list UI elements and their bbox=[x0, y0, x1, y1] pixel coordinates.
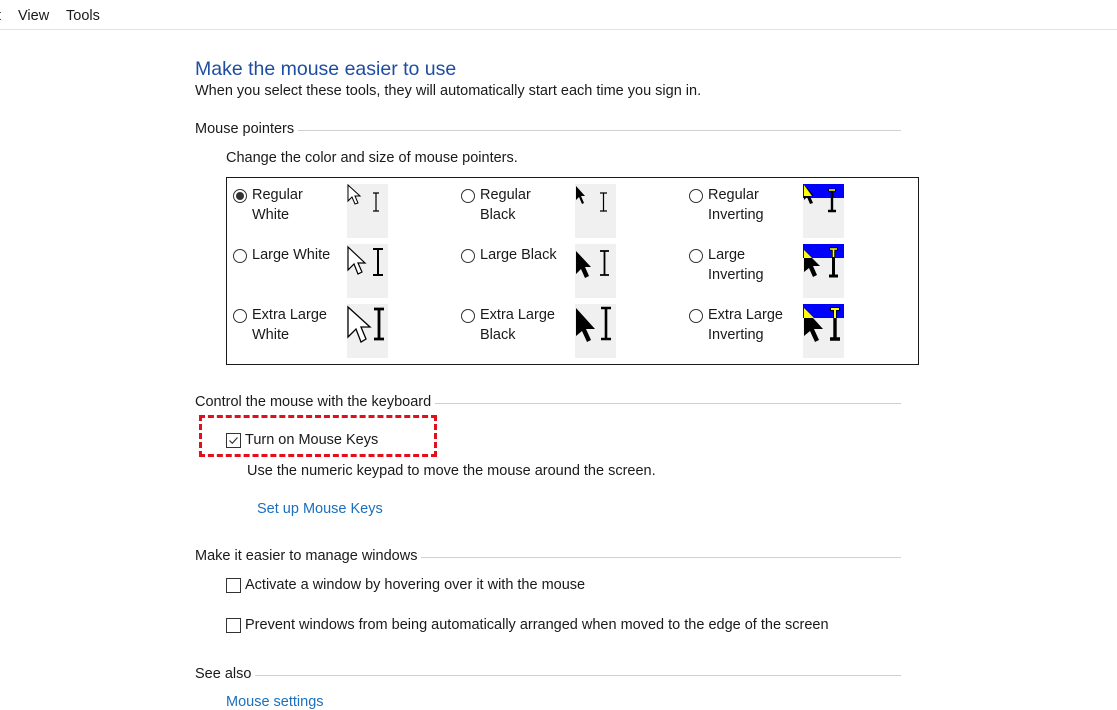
pointer-preview-extra-large-inverting bbox=[803, 304, 844, 358]
menu-tools[interactable]: Tools bbox=[66, 8, 100, 24]
radio-large-inverting[interactable]: Large Inverting bbox=[689, 245, 778, 285]
group-label: Mouse pointers bbox=[195, 121, 295, 137]
arrow-pointer-icon bbox=[347, 183, 362, 205]
radio-regular-white[interactable]: Regular White bbox=[233, 185, 340, 225]
radio-button[interactable] bbox=[233, 249, 247, 263]
activate-on-hover-checkbox[interactable] bbox=[226, 577, 241, 593]
radio-label: Extra Large Inverting bbox=[708, 307, 783, 343]
pointer-preview-extra-large-black bbox=[575, 304, 616, 358]
activate-on-hover-option[interactable]: Activate a window by hovering over it wi… bbox=[226, 577, 585, 593]
radio-label: Regular Black bbox=[480, 187, 531, 223]
mouse-keys-checkbox[interactable] bbox=[226, 432, 241, 448]
menu-edit[interactable]: t bbox=[0, 8, 1, 24]
text-cursor-icon bbox=[600, 192, 607, 212]
pointer-preview-regular-black bbox=[575, 184, 616, 238]
group-label: Control the mouse with the keyboard bbox=[195, 394, 432, 410]
radio-label: Regular Inverting bbox=[708, 187, 764, 223]
arrow-pointer-icon bbox=[576, 186, 585, 204]
radio-button[interactable] bbox=[689, 249, 703, 263]
text-cursor-icon bbox=[373, 248, 383, 276]
radio-button[interactable] bbox=[233, 189, 247, 203]
group-label: See also bbox=[195, 666, 252, 682]
group-divider bbox=[298, 129, 901, 131]
mouse-keys-description: Use the numeric keypad to move the mouse… bbox=[247, 463, 656, 479]
arrow-pointer-icon bbox=[576, 308, 595, 342]
menu-bar: t View Tools bbox=[0, 0, 1117, 30]
radio-button[interactable] bbox=[233, 309, 247, 323]
text-cursor-icon bbox=[373, 192, 379, 212]
page-title: Make the mouse easier to use bbox=[195, 58, 457, 80]
group-label: Make it easier to manage windows bbox=[195, 548, 418, 564]
radio-large-black[interactable]: Large Black bbox=[461, 245, 572, 265]
radio-label: Extra Large White bbox=[252, 307, 327, 343]
radio-label: Large White bbox=[252, 247, 331, 263]
radio-label: Large Inverting bbox=[708, 247, 764, 283]
see-also-group: See also bbox=[195, 666, 901, 682]
page-subtitle: When you select these tools, they will a… bbox=[195, 83, 702, 99]
mouse-keys-option[interactable]: Turn on Mouse Keys bbox=[226, 432, 378, 448]
radio-extra-large-black[interactable]: Extra Large Black bbox=[461, 305, 568, 345]
pointer-preview-extra-large-white bbox=[347, 304, 388, 358]
pointer-preview-regular-inverting bbox=[803, 184, 844, 238]
radio-button[interactable] bbox=[461, 249, 475, 263]
radio-label: Extra Large Black bbox=[480, 307, 555, 343]
radio-extra-large-white[interactable]: Extra Large White bbox=[233, 305, 340, 345]
radio-large-white[interactable]: Large White bbox=[233, 245, 344, 265]
radio-label: Large Black bbox=[480, 247, 557, 263]
pointer-description: Change the color and size of mouse point… bbox=[226, 150, 518, 166]
prevent-snap-option[interactable]: Prevent windows from being automatically… bbox=[226, 617, 829, 633]
arrow-pointer-icon bbox=[347, 305, 372, 343]
radio-button[interactable] bbox=[689, 309, 703, 323]
manage-windows-group: Make it easier to manage windows bbox=[195, 548, 901, 564]
radio-button[interactable] bbox=[689, 189, 703, 203]
text-cursor-icon bbox=[374, 307, 384, 341]
group-divider bbox=[421, 556, 901, 558]
radio-regular-black[interactable]: Regular Black bbox=[461, 185, 568, 225]
radio-label: Regular White bbox=[252, 187, 303, 223]
radio-button[interactable] bbox=[461, 309, 475, 323]
pointer-preview-large-black bbox=[575, 244, 616, 298]
radio-extra-large-inverting[interactable]: Extra Large Inverting bbox=[689, 305, 796, 345]
pointer-preview-large-white bbox=[347, 244, 388, 298]
keyboard-control-group: Control the mouse with the keyboard bbox=[195, 394, 901, 410]
pointer-preview-large-inverting bbox=[803, 244, 844, 298]
activate-on-hover-label: Activate a window by hovering over it wi… bbox=[245, 577, 586, 593]
mouse-settings-link[interactable]: Mouse settings bbox=[226, 694, 324, 710]
set-up-mouse-keys-link[interactable]: Set up Mouse Keys bbox=[257, 501, 383, 517]
arrow-pointer-icon bbox=[576, 251, 591, 278]
radio-regular-inverting[interactable]: Regular Inverting bbox=[689, 185, 796, 225]
mouse-keys-label: Turn on Mouse Keys bbox=[245, 432, 379, 448]
group-divider bbox=[435, 402, 901, 404]
text-cursor-icon bbox=[601, 306, 611, 341]
menu-view[interactable]: View bbox=[18, 8, 49, 24]
mouse-pointers-group: Mouse pointers bbox=[195, 121, 901, 137]
text-cursor-icon bbox=[600, 250, 609, 276]
arrow-pointer-icon bbox=[347, 245, 367, 275]
group-divider bbox=[255, 674, 901, 676]
pointer-scheme-box: Regular White Regular Black Regular Inve… bbox=[226, 177, 919, 365]
radio-button[interactable] bbox=[461, 189, 475, 203]
prevent-snap-checkbox[interactable] bbox=[226, 617, 241, 633]
checkmark-icon bbox=[229, 436, 238, 444]
pointer-preview-regular-white bbox=[347, 183, 388, 238]
prevent-snap-label: Prevent windows from being automatically… bbox=[245, 617, 829, 633]
